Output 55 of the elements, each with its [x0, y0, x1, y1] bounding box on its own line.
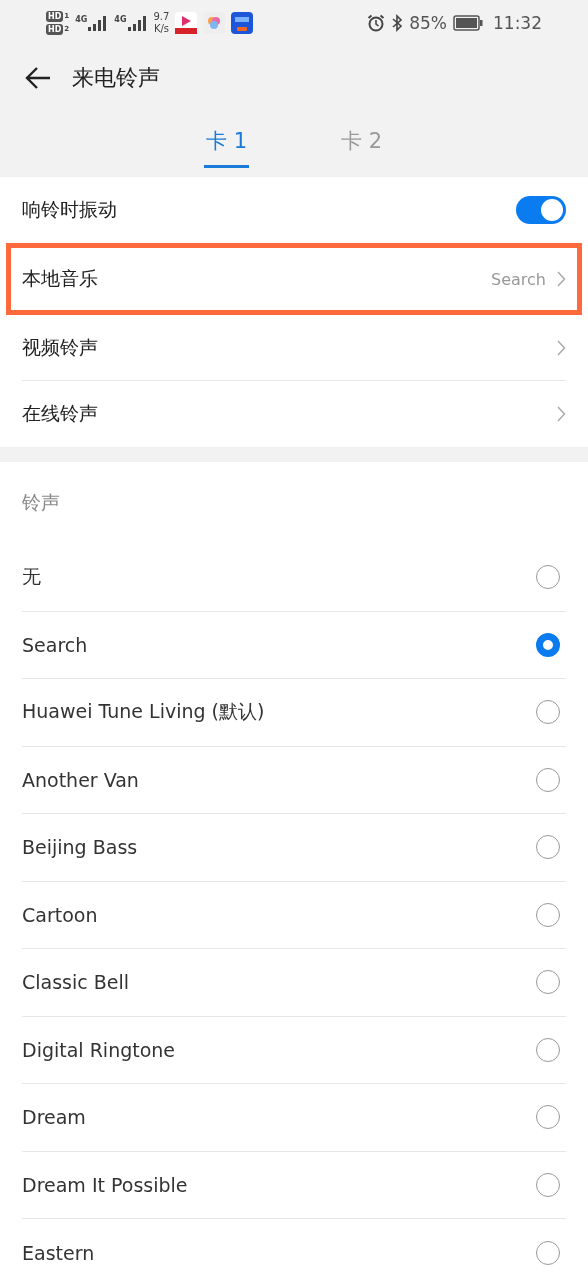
setting-label: 在线铃声	[22, 401, 98, 426]
signal-icon	[127, 14, 148, 31]
network-type: 4G	[114, 14, 127, 24]
network-speed: K/s	[153, 22, 169, 35]
app-icon	[231, 11, 254, 34]
ringtone-name: Another Van	[22, 768, 139, 791]
ringtone-row[interactable]: Dream It Possible	[22, 1151, 566, 1219]
ringtone-row[interactable]: Dream	[22, 1084, 566, 1152]
battery-percent: 85%	[409, 12, 447, 33]
setting-label: 本地音乐	[22, 266, 98, 291]
page-title: 来电铃声	[72, 63, 160, 92]
clock-time: 11:32	[493, 12, 542, 33]
ringtone-name: Eastern	[22, 1241, 95, 1264]
ringtone-row[interactable]: Search	[22, 611, 566, 679]
ringtone-name: Cartoon	[22, 903, 98, 926]
alarm-icon	[367, 13, 386, 32]
ringtone-name: Digital Ringtone	[22, 1038, 176, 1061]
hd-badge: HD	[46, 10, 64, 22]
back-arrow-icon	[24, 65, 52, 90]
ringtone-row[interactable]: Digital Ringtone	[22, 1016, 566, 1084]
ringtone-row[interactable]: Classic Bell	[22, 949, 566, 1017]
radio-button[interactable]	[536, 632, 560, 657]
setting-row[interactable]: 本地音乐 Search	[6, 243, 582, 315]
setting-row[interactable]: 视频铃声	[22, 315, 566, 381]
sim-tab[interactable]: 卡 1	[203, 119, 249, 168]
bluetooth-icon	[391, 13, 404, 32]
ringtone-row[interactable]: Huawei Tune Living (默认)	[22, 679, 566, 747]
network-type: 4G	[75, 14, 88, 24]
setting-label: 视频铃声	[22, 334, 98, 360]
video-app-icon	[175, 11, 198, 34]
network-speed: 9.7	[153, 10, 170, 23]
chevron-icon	[556, 339, 566, 356]
ringtone-name: Beijing Bass	[22, 836, 138, 859]
setting-row[interactable]: 响铃时振动	[22, 177, 566, 243]
setting-value: Search	[491, 269, 546, 289]
ringtone-name: Search	[22, 633, 88, 656]
ringtone-name: Classic Bell	[22, 971, 130, 994]
hd-badge: HD	[46, 23, 64, 35]
section-title: 铃声	[22, 490, 61, 515]
toggle-switch[interactable]	[516, 196, 566, 224]
ringtone-row[interactable]: 无	[22, 544, 566, 612]
chevron-icon	[556, 271, 566, 287]
ringtone-row[interactable]: Eastern	[22, 1219, 566, 1274]
signal-icon	[88, 14, 109, 31]
ringtone-row[interactable]: Beijing Bass	[22, 814, 566, 882]
setting-row[interactable]: 在线铃声	[22, 381, 566, 447]
ringtone-name: Huawei Tune Living (默认)	[22, 699, 265, 725]
ringtone-row[interactable]: Cartoon	[22, 881, 566, 949]
chevron-icon	[556, 406, 566, 422]
setting-label: 响铃时振动	[22, 197, 117, 222]
ringtone-name: Dream It Possible	[22, 1173, 188, 1196]
ringtone-row[interactable]: Another Van	[22, 746, 566, 814]
ringtone-name: 无	[22, 564, 41, 590]
battery-icon	[453, 14, 483, 31]
ringtone-name: Dream	[22, 1106, 86, 1129]
